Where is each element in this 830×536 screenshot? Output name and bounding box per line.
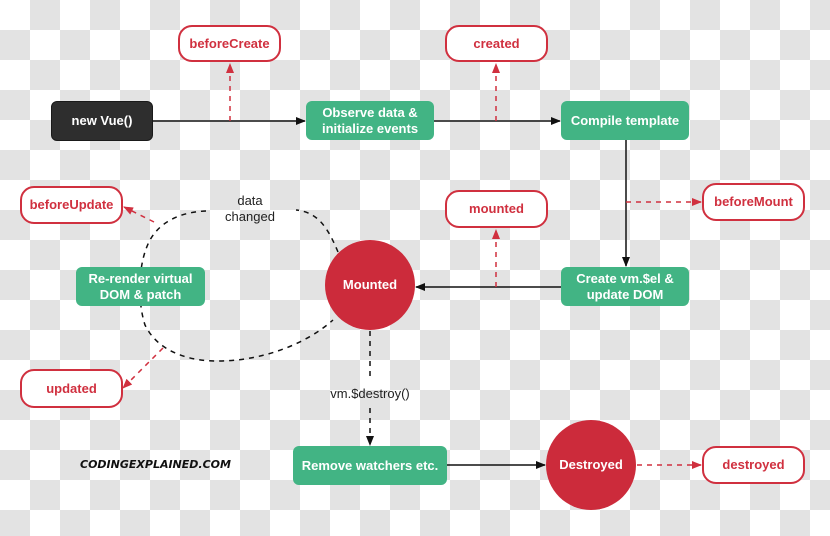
node-observe-data: Observe data & initialize events xyxy=(306,101,434,140)
hook-edge-before-update xyxy=(123,206,155,223)
label-data-changed-line1: data xyxy=(237,193,263,208)
hook-destroyed: destroyed xyxy=(702,446,805,484)
node-compile-template: Compile template xyxy=(561,101,689,140)
hook-before-create: beforeCreate xyxy=(178,25,281,62)
state-mounted: Mounted xyxy=(325,240,415,330)
hook-before-mount: beforeMount xyxy=(702,183,805,221)
state-destroyed: Destroyed xyxy=(546,420,636,510)
hook-created: created xyxy=(445,25,548,62)
hook-mounted: mounted xyxy=(445,190,548,228)
label-data-changed-line2: changed xyxy=(225,209,275,224)
label-data-changed: data changed xyxy=(212,193,288,225)
hook-edge-updated xyxy=(122,347,164,389)
hook-updated: updated xyxy=(20,369,123,408)
watermark: CODINGEXPLAINED.COM xyxy=(80,458,231,471)
hook-before-update: beforeUpdate xyxy=(20,186,123,224)
node-new-vue: new Vue() xyxy=(51,101,153,141)
label-destroy-call: vm.$destroy() xyxy=(330,386,410,401)
node-remove-watchers: Remove watchers etc. xyxy=(293,446,447,485)
node-rerender-virtual-dom: Re-render virtual DOM & patch xyxy=(76,267,205,306)
node-create-vm-el: Create vm.$el & update DOM xyxy=(561,267,689,306)
